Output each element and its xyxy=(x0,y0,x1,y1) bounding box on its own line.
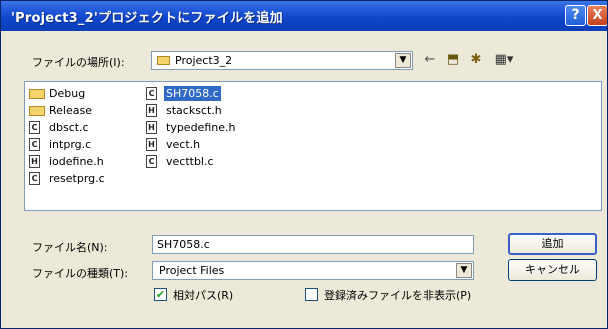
hide-registered-checkbox[interactable] xyxy=(305,288,318,301)
dialog-title: 'Project3_2'プロジェクトにファイルを追加 xyxy=(11,11,283,26)
file-name: vecttbl.c xyxy=(166,155,214,168)
file-name: typedefine.h xyxy=(166,121,236,134)
relative-path-label: 相対パス(R) xyxy=(173,289,234,302)
folder-icon xyxy=(29,89,45,99)
file-name: vect.h xyxy=(166,138,201,151)
h-file-icon: H xyxy=(146,104,157,117)
c-file-icon: C xyxy=(146,155,157,168)
relative-path-checkbox[interactable]: ✔ xyxy=(154,288,167,301)
file-name: dbsct.c xyxy=(49,121,89,134)
folder-icon xyxy=(29,106,45,116)
file-list[interactable]: Debug Release C dbsct.c C intprg.c H iod… xyxy=(24,81,602,211)
close-button[interactable]: X xyxy=(587,5,607,26)
c-file-icon: C xyxy=(29,172,40,185)
title-bar: 'Project3_2'プロジェクトにファイルを追加 ? X xyxy=(1,1,607,31)
chevron-down-icon[interactable]: ▼ xyxy=(456,263,472,278)
file-name: Release xyxy=(49,104,92,117)
back-icon[interactable]: ← xyxy=(421,51,439,69)
up-folder-icon[interactable]: ⬒ xyxy=(444,51,462,69)
file-name: Debug xyxy=(49,87,86,100)
add-files-dialog: 'Project3_2'プロジェクトにファイルを追加 ? X ファイルの場所(I… xyxy=(0,0,608,329)
chevron-down-icon[interactable]: ▼ xyxy=(395,53,411,68)
h-file-icon: H xyxy=(29,155,40,168)
c-file-icon: C xyxy=(146,87,157,100)
file-name: SH7058.c xyxy=(164,86,221,101)
filename-label: ファイル名(N): xyxy=(32,241,108,254)
c-file-icon: C xyxy=(29,138,40,151)
filetype-dropdown[interactable]: Project Files ▼ xyxy=(152,261,474,280)
look-in-value: Project3_2 xyxy=(175,54,233,67)
help-button[interactable]: ? xyxy=(565,5,586,26)
file-name: resetprg.c xyxy=(49,172,105,185)
look-in-label: ファイルの場所(I): xyxy=(32,56,125,69)
c-file-icon: C xyxy=(29,121,40,134)
h-file-icon: H xyxy=(146,138,157,151)
h-file-icon: H xyxy=(146,121,157,134)
file-name: iodefine.h xyxy=(49,155,104,168)
filetype-label: ファイルの種類(T): xyxy=(32,267,129,280)
views-menu-icon[interactable]: ▦▾ xyxy=(491,51,517,69)
new-folder-icon[interactable]: ✱ xyxy=(467,51,485,69)
folder-icon xyxy=(157,56,170,65)
look-in-dropdown[interactable]: Project3_2 ▼ xyxy=(151,51,413,70)
file-name: intprg.c xyxy=(49,138,92,151)
filename-field[interactable]: SH7058.c xyxy=(152,235,474,254)
cancel-button[interactable]: キャンセル xyxy=(508,259,597,281)
hide-registered-label: 登録済みファイルを非表示(P) xyxy=(324,289,472,302)
file-name: stacksct.h xyxy=(166,104,222,117)
filetype-value: Project Files xyxy=(159,264,225,277)
add-button[interactable]: 追加 xyxy=(508,233,597,255)
